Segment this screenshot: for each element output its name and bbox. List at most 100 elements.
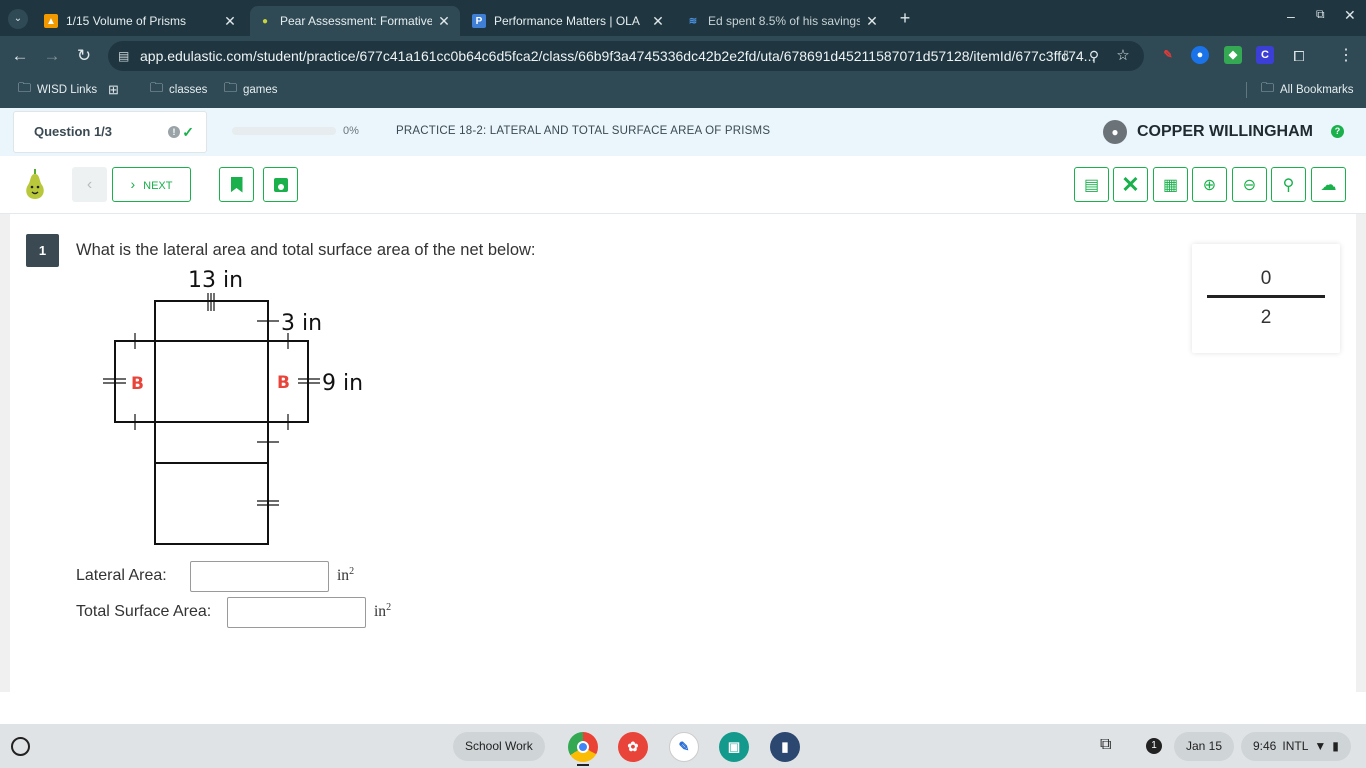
- total-area-unit: in2: [374, 602, 392, 621]
- bookmark-classes[interactable]: 🗀 classes: [150, 76, 207, 104]
- analytics-icon[interactable]: ▮: [770, 732, 800, 762]
- calculator-button[interactable]: ▦: [1153, 167, 1188, 202]
- bookmarks-bar: 🗀 WISD Links ⊞ 🗀 classes 🗀 games 🗀 All Bookm…: [0, 76, 1366, 108]
- school-work-desk[interactable]: School Work: [453, 732, 545, 761]
- reload-icon[interactable]: ↻: [72, 44, 96, 68]
- close-window-icon[interactable]: ✕: [1344, 7, 1356, 24]
- status-tray[interactable]: 9:46 INTL ▼ ▮: [1241, 732, 1351, 761]
- close-tab-icon[interactable]: ✕: [650, 13, 666, 30]
- date-chip[interactable]: Jan 15: [1174, 732, 1235, 761]
- chevron-down-icon: ✓: [182, 124, 194, 140]
- active-app-indicator: [577, 764, 589, 766]
- classroom-icon[interactable]: ▣: [719, 732, 749, 762]
- notepad-icon: ▤: [1083, 176, 1100, 194]
- next-button[interactable]: › NEXT: [112, 167, 191, 202]
- magnifier-button[interactable]: ⚲: [1271, 167, 1306, 202]
- close-tab-icon[interactable]: ✕: [436, 13, 452, 30]
- pen-icon[interactable]: ✎: [669, 732, 699, 762]
- close-tab-icon[interactable]: ✕: [864, 13, 880, 30]
- question-text: What is the lateral area and total surfa…: [76, 241, 536, 259]
- back-icon[interactable]: ←: [8, 44, 32, 68]
- notification-badge[interactable]: 1: [1146, 738, 1162, 754]
- new-tab-button[interactable]: +: [895, 8, 915, 28]
- eliminate-button[interactable]: ✕: [1113, 167, 1148, 202]
- folder-icon: 🗀: [18, 80, 32, 95]
- tab-volume-of-prisms[interactable]: ▲ 1/15 Volume of Prisms ✕: [36, 6, 246, 36]
- tab-pear-assessment[interactable]: ● Pear Assessment: Formative a ✕: [250, 6, 460, 36]
- notepad-button[interactable]: ▤: [1074, 167, 1109, 202]
- search-result-icon: ≋: [688, 15, 698, 27]
- base-label-left: B: [131, 374, 144, 394]
- help-icon[interactable]: ?: [1331, 125, 1344, 138]
- height-label: 9 in: [322, 371, 363, 396]
- forward-icon[interactable]: →: [40, 44, 64, 68]
- minimize-icon[interactable]: –: [1287, 8, 1295, 24]
- bookmark-apps[interactable]: ⊞: [108, 76, 125, 104]
- zoom-out-icon: ⊖: [1242, 176, 1257, 194]
- calculator-icon: ▦: [1162, 176, 1179, 194]
- upload-icon: ☁: [1320, 176, 1337, 194]
- prism-net-figure: 13 in 3 in 9 in B B: [103, 268, 363, 545]
- classroom-icon: ▲: [44, 14, 58, 28]
- zoom-out-button[interactable]: ⊖: [1232, 167, 1267, 202]
- pear-logo-icon: [26, 169, 44, 199]
- os-shelf: School Work ✿ ✎ ▣ ▮ ⧉ 1 Jan 15 9:46 INTL…: [0, 724, 1366, 768]
- tab-performance-matters[interactable]: P Performance Matters | OLA ✕: [464, 6, 674, 36]
- zoom-in-icon: ⊕: [1202, 176, 1217, 194]
- score-divider: [1207, 295, 1325, 298]
- previous-button[interactable]: ‹: [72, 167, 107, 202]
- url-input[interactable]: ▤ app.edulastic.com/student/practice/677…: [108, 41, 1144, 71]
- question-panel: 1 What is the lateral area and total sur…: [10, 214, 1356, 692]
- bookmark-button[interactable]: [219, 167, 254, 202]
- lateral-area-input[interactable]: [190, 561, 329, 592]
- extensions-puzzle-icon[interactable]: ⧠: [1287, 44, 1311, 68]
- extension-blue-icon[interactable]: ●: [1191, 46, 1209, 64]
- extension-green-icon[interactable]: ◆: [1224, 46, 1242, 64]
- avatar: ●: [1103, 120, 1127, 144]
- close-tab-icon[interactable]: ✕: [222, 13, 238, 30]
- tab-ed-spent[interactable]: ≋ Ed spent 8.5% of his savings o ✕: [678, 6, 888, 36]
- alert-icon: !: [168, 126, 180, 138]
- upload-button[interactable]: ☁: [1311, 167, 1346, 202]
- content-footer: [0, 692, 1366, 724]
- extension-c-icon[interactable]: C: [1256, 46, 1274, 64]
- score-total: 2: [1260, 307, 1272, 328]
- holding-space-icon[interactable]: ⧉: [1100, 736, 1111, 754]
- practice-title: PRACTICE 18-2: LATERAL AND TOTAL SURFACE…: [396, 125, 771, 137]
- lateral-area-label: Lateral Area:: [76, 567, 167, 584]
- bookmark-wisd-links[interactable]: 🗀 WISD Links: [18, 76, 97, 104]
- pear-icon: ●: [261, 15, 269, 27]
- browser-menu-icon[interactable]: ⋮: [1334, 44, 1358, 68]
- progress-bar: [232, 127, 336, 135]
- question-selector[interactable]: Question 1/3 ! ✓: [13, 111, 207, 153]
- zoom-icon[interactable]: ⚲: [1082, 44, 1106, 68]
- zoom-in-button[interactable]: ⊕: [1192, 167, 1227, 202]
- install-app-icon[interactable]: ⇩: [1054, 44, 1078, 68]
- save-button[interactable]: [263, 167, 298, 202]
- site-info-icon[interactable]: ▤: [118, 41, 129, 71]
- assessment-header: Question 1/3 ! ✓ 0% PRACTICE 18-2: LATER…: [0, 108, 1366, 156]
- folder-icon: 🗀: [150, 80, 164, 95]
- all-bookmarks[interactable]: 🗀 All Bookmarks: [1261, 76, 1354, 104]
- chrome-icon[interactable]: [568, 732, 598, 762]
- bookmark-star-icon[interactable]: ☆: [1111, 44, 1135, 68]
- user-menu[interactable]: ● COPPER WILLINGHAM: [1103, 120, 1313, 144]
- total-area-input[interactable]: [227, 597, 366, 628]
- folder-icon: 🗀: [1261, 80, 1275, 95]
- score-earned: 0: [1260, 268, 1272, 289]
- bookmark-games[interactable]: 🗀 games: [224, 76, 278, 104]
- tab-search-button[interactable]: ⌄: [8, 9, 28, 29]
- battery-icon: ▮: [1332, 739, 1339, 753]
- paint-icon[interactable]: ✿: [618, 732, 648, 762]
- restore-icon[interactable]: ⧉: [1316, 7, 1325, 22]
- base-label-right: B: [277, 373, 290, 393]
- eliminate-icon: ✕: [1121, 171, 1140, 197]
- launcher-icon[interactable]: [11, 737, 30, 756]
- lateral-area-unit: in2: [337, 566, 355, 585]
- pen-extension-icon[interactable]: ✎: [1159, 46, 1177, 64]
- performance-matters-icon: P: [472, 14, 486, 28]
- apps-grid-icon: ⊞: [108, 82, 119, 97]
- wifi-icon: ▼: [1314, 739, 1327, 753]
- browser-address-bar: ← → ↻ ▤ app.edulastic.com/student/practi…: [0, 36, 1366, 76]
- length-label: 13 in: [188, 268, 243, 293]
